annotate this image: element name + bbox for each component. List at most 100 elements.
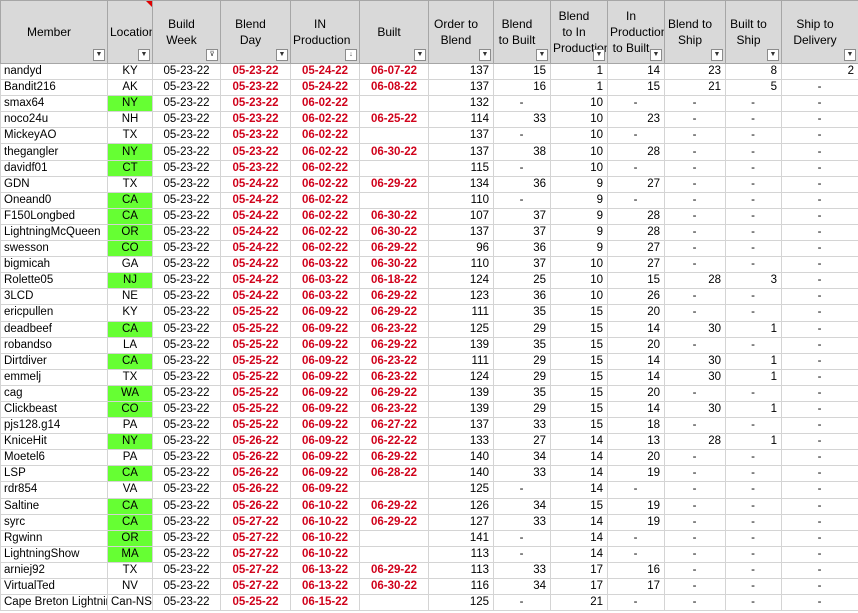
build-week-cell[interactable]: 05-23-22 [152,336,221,354]
blend-to-ship-cell[interactable]: - [664,111,726,129]
order-to-blend-cell[interactable]: 127 [428,513,494,531]
build-week-cell[interactable]: 05-23-22 [152,143,221,161]
blend-to-built-cell[interactable]: - [493,545,551,563]
blend-day-cell[interactable]: 05-24-22 [220,175,291,193]
blend-day-cell[interactable]: 05-26-22 [220,449,291,467]
built-to-ship-cell[interactable]: 1 [725,352,782,370]
built-to-ship-cell[interactable]: - [725,175,782,193]
built-to-ship-cell[interactable]: - [725,594,782,612]
blend-to-ship-cell[interactable]: - [664,191,726,209]
in-production-to-built-cell[interactable]: 27 [607,175,665,193]
blend-to-built-cell[interactable]: 33 [493,513,551,531]
in-production-cell[interactable]: 06-10-22 [290,545,360,563]
blend-to-ship-cell[interactable]: - [664,256,726,274]
member-cell[interactable]: bigmicah [0,256,108,274]
ship-to-delivery-cell[interactable]: - [781,577,858,596]
member-cell[interactable]: robandso [0,336,108,354]
blend-to-in-production-cell[interactable]: 10 [550,111,608,129]
blend-to-built-cell[interactable]: - [493,191,551,209]
ship-to-delivery-cell[interactable]: - [781,175,858,193]
blend-day-cell[interactable]: 05-24-22 [220,256,291,274]
blend-to-in-production-cell[interactable]: 9 [550,240,608,258]
built-cell[interactable]: 06-23-22 [359,368,429,386]
blend-day-cell[interactable]: 05-26-22 [220,433,291,451]
location-cell[interactable]: NE [107,288,153,306]
built-to-ship-cell[interactable]: - [725,449,782,467]
blend-to-built-cell[interactable]: 33 [493,465,551,483]
location-cell[interactable]: CA [107,513,153,531]
in-production-cell[interactable]: 06-02-22 [290,175,360,193]
order-to-blend-cell[interactable]: 110 [428,191,494,209]
blend-to-built-cell[interactable]: 36 [493,240,551,258]
build-week-cell[interactable]: 05-23-22 [152,465,221,483]
location-cell[interactable]: TX [107,561,153,580]
built-cell[interactable] [359,191,429,209]
in-production-cell[interactable]: 06-02-22 [290,95,360,113]
member-cell[interactable]: davidf01 [0,159,108,177]
blend-to-ship-cell[interactable]: - [664,143,726,161]
ship-to-delivery-cell[interactable]: - [781,497,858,515]
built-to-ship-cell[interactable]: - [725,417,782,435]
build-week-cell[interactable]: 05-23-22 [152,111,221,129]
blend-to-ship-cell[interactable]: - [664,304,726,322]
blend-to-built-cell[interactable]: 29 [493,352,551,370]
in-production-to-built-cell[interactable]: 20 [607,384,665,402]
order-to-blend-cell[interactable]: 113 [428,561,494,580]
filter-dropdown-icon[interactable]: ▼ [138,49,150,61]
in-production-to-built-cell[interactable]: - [607,545,665,563]
built-to-ship-cell[interactable]: - [725,143,782,161]
built-cell[interactable]: 06-23-22 [359,400,429,419]
ship-to-delivery-cell[interactable]: - [781,465,858,483]
built-cell[interactable]: 06-29-22 [359,175,429,193]
location-cell[interactable]: PA [107,449,153,467]
ship-to-delivery-cell[interactable]: - [781,352,858,370]
blend-to-in-production-cell[interactable]: 9 [550,175,608,193]
blend-to-ship-cell[interactable]: - [664,449,726,467]
built-to-ship-cell[interactable]: - [725,127,782,145]
blend-to-in-production-cell[interactable]: 14 [550,513,608,531]
member-cell[interactable]: thegangler [0,143,108,161]
filter-dropdown-icon[interactable]: ▼ [767,49,779,61]
blend-to-in-production-cell[interactable]: 15 [550,384,608,402]
in-production-cell[interactable]: 05-24-22 [290,62,360,81]
member-cell[interactable]: Bandit216 [0,79,108,97]
built-to-ship-cell[interactable]: - [725,288,782,306]
blend-to-ship-cell[interactable]: - [664,513,726,531]
location-cell[interactable]: CT [107,159,153,177]
built-cell[interactable] [359,127,429,145]
in-production-to-built-cell[interactable]: 15 [607,272,665,290]
blend-day-cell[interactable]: 05-23-22 [220,62,291,81]
filter-dropdown-icon[interactable]: ▼ [593,49,605,61]
built-to-ship-cell[interactable]: 3 [725,272,782,290]
blend-to-in-production-cell[interactable]: 15 [550,352,608,370]
order-to-blend-cell[interactable]: 140 [428,465,494,483]
blend-to-built-cell[interactable]: 33 [493,417,551,435]
blend-to-in-production-cell[interactable]: 15 [550,368,608,386]
built-cell[interactable]: 06-08-22 [359,79,429,97]
order-to-blend-cell[interactable]: 113 [428,545,494,563]
blend-to-built-cell[interactable]: - [493,159,551,177]
blend-to-in-production-cell[interactable]: 9 [550,191,608,209]
in-production-cell[interactable]: 06-09-22 [290,352,360,370]
blend-day-cell[interactable]: 05-25-22 [220,400,291,419]
filter-dropdown-icon[interactable]: ▼ [414,49,426,61]
build-week-cell[interactable]: 05-23-22 [152,481,221,499]
location-cell[interactable]: NY [107,433,153,451]
in-production-cell[interactable]: 06-10-22 [290,513,360,531]
ship-to-delivery-cell[interactable]: - [781,79,858,97]
blend-to-ship-cell[interactable]: - [664,127,726,145]
built-to-ship-cell[interactable]: - [725,561,782,580]
filter-active-icon[interactable]: ⊽ [206,49,218,61]
blend-to-in-production-cell[interactable]: 14 [550,481,608,499]
build-week-cell[interactable]: 05-23-22 [152,577,221,596]
ship-to-delivery-cell[interactable]: - [781,400,858,419]
built-to-ship-cell[interactable]: - [725,95,782,113]
built-to-ship-cell[interactable]: - [725,223,782,242]
order-to-blend-cell[interactable]: 137 [428,223,494,242]
blend-day-cell[interactable]: 05-26-22 [220,465,291,483]
order-to-blend-cell[interactable]: 114 [428,111,494,129]
blend-to-ship-cell[interactable]: - [664,240,726,258]
in-production-to-built-cell[interactable]: 14 [607,320,665,338]
build-week-cell[interactable]: 05-23-22 [152,240,221,258]
member-cell[interactable]: pjs128.g14 [0,417,108,435]
